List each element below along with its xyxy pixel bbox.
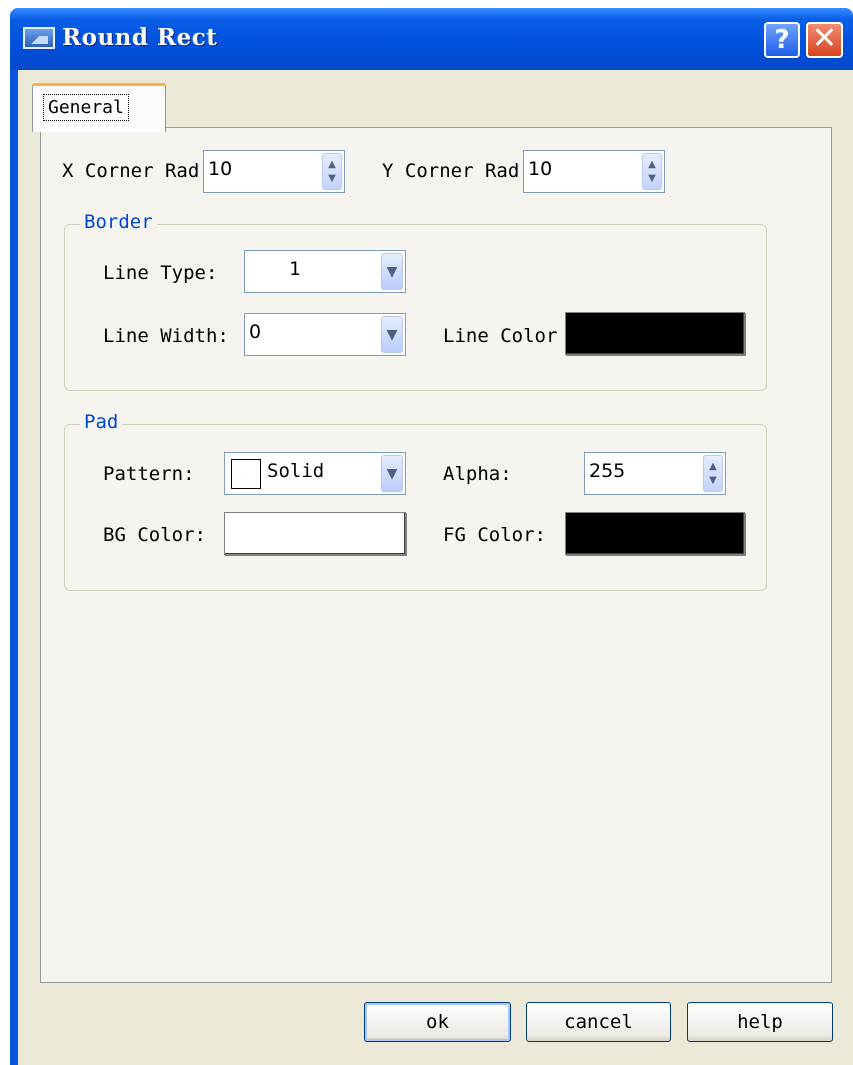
- tab-general-label: General: [43, 94, 129, 121]
- fg-color-button[interactable]: [565, 512, 745, 555]
- window-edge: [0, 0, 10, 1065]
- help-button[interactable]: help: [687, 1002, 833, 1042]
- line-color-label: Line Color: [443, 325, 558, 347]
- y-corner-radius-value: 10: [528, 158, 553, 180]
- spin-up-icon[interactable]: ▲: [704, 462, 722, 472]
- close-icon: ✕: [811, 21, 838, 56]
- line-color-button[interactable]: [565, 312, 745, 355]
- spin-down-icon[interactable]: ▼: [323, 174, 341, 184]
- question-icon: ?: [774, 25, 790, 55]
- y-corner-radius-spinner[interactable]: ▲ ▼: [642, 153, 662, 190]
- alpha-label: Alpha:: [443, 463, 512, 485]
- pattern-label: Pattern:: [103, 463, 195, 485]
- alpha-value: 255: [589, 460, 626, 482]
- close-button[interactable]: ✕: [806, 22, 843, 58]
- spin-down-icon[interactable]: ▼: [704, 476, 722, 486]
- pattern-value: Solid: [267, 460, 325, 482]
- title-bar[interactable]: Round Rect ? ✕: [10, 8, 853, 70]
- line-type-value: 1: [289, 258, 301, 280]
- ok-button[interactable]: ok: [364, 1002, 511, 1042]
- alpha-input[interactable]: 255 ▲ ▼: [584, 452, 726, 495]
- x-corner-radius-spinner[interactable]: ▲ ▼: [322, 153, 342, 190]
- chevron-down-icon[interactable]: ▼: [381, 316, 403, 353]
- x-corner-radius-label: X Corner Rad: [62, 160, 200, 182]
- line-width-select[interactable]: 0 ▼: [244, 313, 406, 356]
- spin-up-icon[interactable]: ▲: [323, 160, 341, 170]
- window-title: Round Rect: [62, 24, 218, 51]
- pattern-preview-swatch: [231, 459, 261, 489]
- pad-group-legend: Pad: [80, 411, 123, 433]
- y-corner-radius-label: Y Corner Rad: [382, 160, 520, 182]
- app-window-icon: [23, 27, 55, 49]
- x-corner-radius-input[interactable]: 10 ▲ ▼: [203, 150, 345, 193]
- line-width-value: 0: [249, 321, 262, 343]
- pattern-select[interactable]: Solid ▼: [224, 452, 406, 495]
- line-type-select[interactable]: 1 ▼: [244, 250, 406, 293]
- bg-color-button[interactable]: [224, 512, 406, 555]
- alpha-spinner[interactable]: ▲ ▼: [703, 455, 723, 492]
- border-group-legend: Border: [80, 211, 157, 233]
- x-corner-radius-value: 10: [208, 158, 233, 180]
- y-corner-radius-input[interactable]: 10 ▲ ▼: [523, 150, 665, 193]
- pad-groupbox: [64, 424, 767, 591]
- fg-color-label: FG Color:: [443, 524, 546, 546]
- spin-up-icon[interactable]: ▲: [643, 160, 661, 170]
- line-type-label: Line Type:: [103, 262, 218, 284]
- bg-color-label: BG Color:: [103, 524, 206, 546]
- spin-down-icon[interactable]: ▼: [643, 174, 661, 184]
- tab-general[interactable]: General: [32, 83, 166, 132]
- help-caption-button[interactable]: ?: [764, 22, 800, 58]
- chevron-down-icon[interactable]: ▼: [381, 253, 403, 290]
- border-groupbox: [64, 224, 767, 391]
- line-width-label: Line Width:: [103, 325, 229, 347]
- chevron-down-icon[interactable]: ▼: [381, 455, 403, 492]
- cancel-button[interactable]: cancel: [526, 1002, 671, 1042]
